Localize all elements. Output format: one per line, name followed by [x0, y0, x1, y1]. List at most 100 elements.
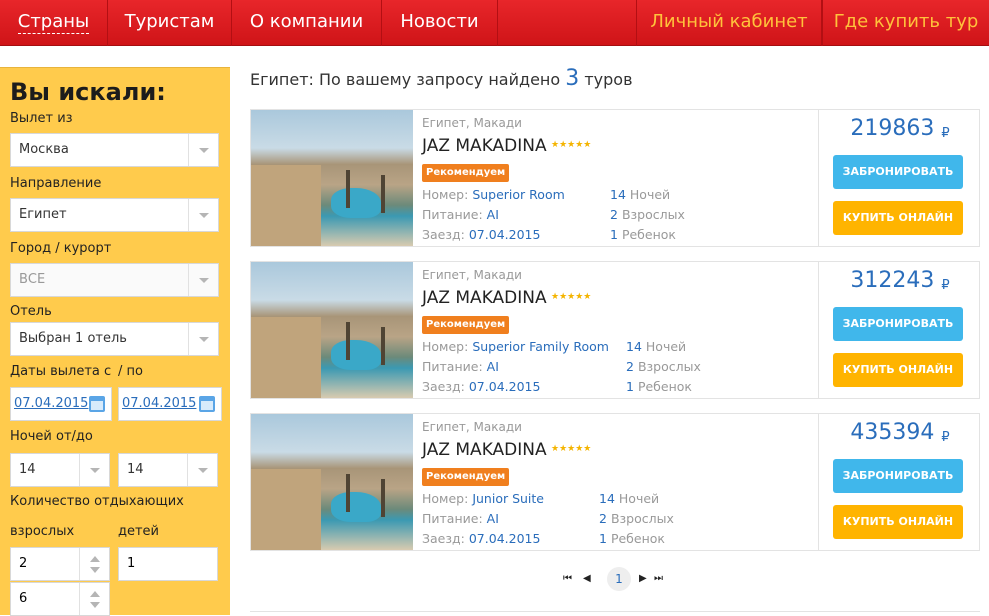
children-value: 1	[127, 556, 136, 571]
nav-item-about[interactable]: О компании	[232, 0, 382, 46]
checkin-row: Заезд: 07.04.2015	[422, 531, 541, 546]
results-title-suffix: туров	[584, 70, 633, 89]
divider	[250, 611, 980, 612]
nav-item-where-to-buy[interactable]: Где купить тур	[822, 0, 989, 46]
recommended-badge: Рекомендуем	[422, 316, 510, 334]
last-page-icon[interactable]: ⏭	[654, 568, 663, 590]
chevron-down-icon	[188, 323, 218, 355]
nav-item-tourists[interactable]: Туристам	[108, 0, 232, 46]
prev-page-icon[interactable]: ◀	[583, 568, 591, 590]
adults-stepper[interactable]: 2	[10, 547, 110, 581]
city-select[interactable]: ВСЕ	[10, 263, 219, 297]
chevron-down-icon	[188, 264, 218, 296]
calendar-icon[interactable]	[199, 396, 215, 412]
hotel-value: Выбран 1 отель	[19, 331, 127, 346]
ruble-icon: ₽	[941, 430, 950, 445]
date-from-field[interactable]: 07.04.2015	[10, 387, 112, 421]
room-row: Номер: Junior Suite	[422, 491, 544, 506]
meal-row: Питание: AI	[422, 359, 499, 374]
price-box: 312243 ₽ ЗАБРОНИРОВАТЬ ТУР КУПИТЬ ОНЛАЙН	[818, 262, 980, 398]
nights-info: 14 Ночей	[610, 187, 671, 202]
date-from-value: 07.04.2015	[14, 396, 89, 411]
ruble-icon: ₽	[941, 278, 950, 293]
tour-card: Египет, Макади JAZ MAKADINA ★★★★★ Рекоме…	[250, 109, 980, 247]
nights-label: Ночей от/до	[10, 429, 93, 444]
recommended-badge: Рекомендуем	[422, 468, 510, 486]
chevron-down-icon	[79, 454, 109, 486]
nights-to-select[interactable]: 14	[118, 453, 218, 487]
search-sidebar: Вы искали: Вылет из Москва Направление Е…	[0, 67, 230, 616]
adults-label: взрослых	[10, 524, 75, 539]
chevron-down-icon	[188, 199, 218, 231]
date-to-field[interactable]: 07.04.2015	[118, 387, 222, 421]
stepper-arrows[interactable]	[79, 548, 109, 580]
arrow-down-icon[interactable]	[90, 567, 100, 573]
tour-price: 219863 ₽	[850, 116, 950, 141]
children-stepper[interactable]: 1	[118, 547, 218, 581]
tour-price: 435394 ₽	[850, 420, 950, 445]
buy-online-button[interactable]: КУПИТЬ ОНЛАЙН	[833, 201, 963, 235]
nights-from-select[interactable]: 14	[10, 453, 110, 487]
arrow-down-icon[interactable]	[90, 602, 100, 608]
child-age-stepper[interactable]: 6	[10, 582, 110, 616]
tour-location: Египет, Макади	[422, 420, 522, 434]
results-title-prefix: Египет: По вашему запросу найдено	[250, 70, 561, 89]
dates-to-label: / по	[118, 364, 143, 379]
adults-info: 2 Взрослых	[599, 511, 674, 526]
top-navigation: Страны Туристам О компании Новости Личны…	[0, 0, 989, 46]
nights-to-value: 14	[127, 462, 144, 477]
book-tour-button[interactable]: ЗАБРОНИРОВАТЬ ТУР	[833, 155, 963, 212]
next-page-icon[interactable]: ▶	[639, 568, 647, 590]
arrow-up-icon[interactable]	[90, 591, 100, 597]
recommended-badge: Рекомендуем	[422, 164, 510, 182]
results-title: Египет: По вашему запросу найдено 3 туро…	[250, 66, 633, 91]
price-box: 435394 ₽ ЗАБРОНИРОВАТЬ ТУР КУПИТЬ ОНЛАЙН	[818, 414, 980, 550]
adults-info: 2 Взрослых	[610, 207, 685, 222]
children-info: 1 Ребенок	[599, 531, 665, 546]
stepper-arrows[interactable]	[79, 583, 109, 615]
book-tour-button[interactable]: ЗАБРОНИРОВАТЬ ТУР	[833, 459, 963, 516]
nav-item-countries[interactable]: Страны	[0, 0, 108, 46]
hotel-select[interactable]: Выбран 1 отель	[10, 322, 219, 356]
nights-info: 14 Ночей	[626, 339, 687, 354]
chevron-down-icon	[187, 454, 217, 486]
room-row: Номер: Superior Room	[422, 187, 565, 202]
tour-price: 312243 ₽	[850, 268, 950, 293]
nav-item-account[interactable]: Личный кабинет	[636, 0, 822, 46]
hotel-name[interactable]: JAZ MAKADINA	[422, 136, 547, 156]
departure-select[interactable]: Москва	[10, 133, 219, 167]
hotel-name[interactable]: JAZ MAKADINA	[422, 440, 547, 460]
city-label: Город / курорт	[10, 241, 112, 256]
hotel-photo[interactable]	[251, 110, 413, 246]
nav-item-news[interactable]: Новости	[382, 0, 498, 46]
checkin-row: Заезд: 07.04.2015	[422, 227, 541, 242]
room-row: Номер: Superior Family Room	[422, 339, 609, 354]
tour-card: Египет, Макади JAZ MAKADINA ★★★★★ Рекоме…	[250, 261, 980, 399]
direction-label: Направление	[10, 176, 102, 191]
tour-info: Египет, Макади JAZ MAKADINA ★★★★★ Рекоме…	[422, 110, 817, 246]
book-tour-button[interactable]: ЗАБРОНИРОВАТЬ ТУР	[833, 307, 963, 364]
adults-value: 2	[19, 556, 28, 571]
tour-card: Египет, Макади JAZ MAKADINA ★★★★★ Рекоме…	[250, 413, 980, 551]
departure-value: Москва	[19, 142, 69, 157]
tour-location: Египет, Макади	[422, 268, 522, 282]
calendar-icon[interactable]	[89, 396, 105, 412]
buy-online-button[interactable]: КУПИТЬ ОНЛАЙН	[833, 505, 963, 539]
date-to-value: 07.04.2015	[122, 396, 197, 411]
buy-online-button[interactable]: КУПИТЬ ОНЛАЙН	[833, 353, 963, 387]
direction-select[interactable]: Египет	[10, 198, 219, 232]
first-page-icon[interactable]: ⏮	[563, 568, 572, 590]
hotel-name[interactable]: JAZ MAKADINA	[422, 288, 547, 308]
child-age-value: 6	[19, 591, 28, 606]
star-rating-icon: ★★★★★	[551, 444, 592, 454]
tour-info: Египет, Макади JAZ MAKADINA ★★★★★ Рекоме…	[422, 262, 817, 398]
hotel-photo[interactable]	[251, 262, 413, 398]
current-page[interactable]: 1	[607, 567, 631, 591]
children-label: детей	[118, 524, 160, 539]
hotel-photo[interactable]	[251, 414, 413, 550]
tour-info: Египет, Макади JAZ MAKADINA ★★★★★ Рекоме…	[422, 414, 817, 550]
star-rating-icon: ★★★★★	[551, 140, 592, 150]
price-box: 219863 ₽ ЗАБРОНИРОВАТЬ ТУР КУПИТЬ ОНЛАЙН	[818, 110, 980, 246]
tour-location: Египет, Макади	[422, 116, 522, 130]
arrow-up-icon[interactable]	[90, 556, 100, 562]
